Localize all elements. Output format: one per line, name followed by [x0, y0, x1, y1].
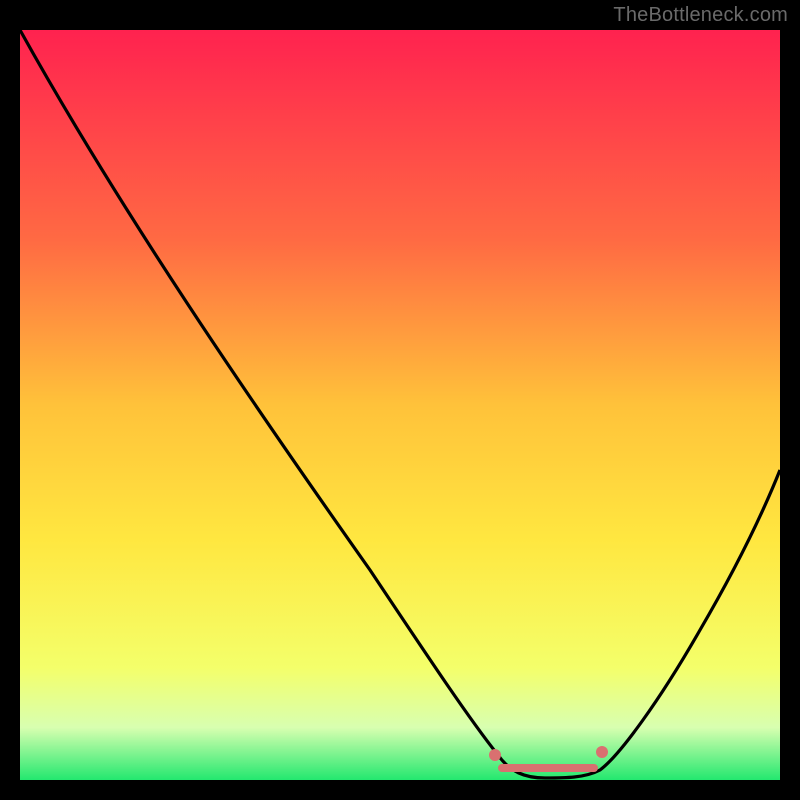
chart-container: TheBottleneck.com: [0, 0, 800, 800]
gradient-background: [20, 30, 780, 780]
watermark-label: TheBottleneck.com: [613, 4, 788, 27]
bottleneck-chart: [0, 0, 800, 800]
plot-area: [20, 30, 780, 780]
